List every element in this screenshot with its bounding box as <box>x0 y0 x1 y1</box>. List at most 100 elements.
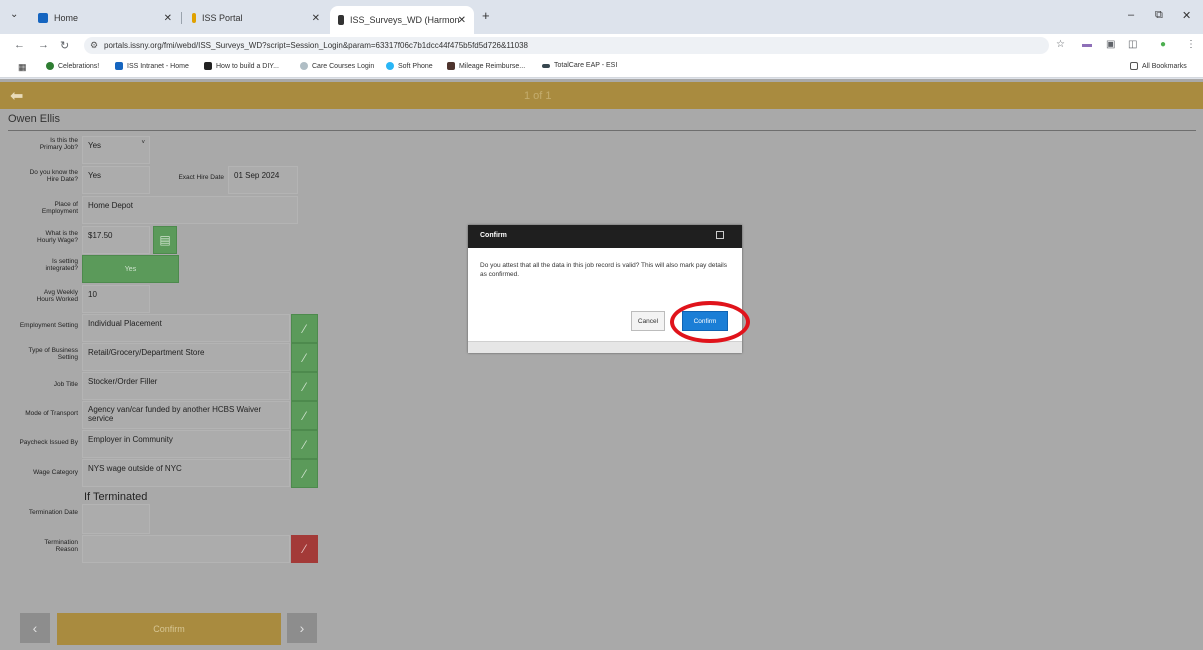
weekly-hours-field[interactable]: 10 <box>82 285 150 313</box>
job-title-field[interactable]: Stocker/Order Filler <box>82 372 290 400</box>
primary-job-select[interactable]: Yes ˅ <box>82 136 150 164</box>
pencil-icon: ⁄ <box>303 350 306 365</box>
confirm-bottom-button[interactable]: Confirm <box>57 613 281 645</box>
close-tab-icon[interactable]: ✕ <box>164 13 172 24</box>
tab-home[interactable]: Home ✕ <box>30 6 180 30</box>
extension-icon[interactable]: ▬ <box>1082 39 1092 50</box>
cancel-button[interactable]: Cancel <box>631 311 665 331</box>
pencil-icon: ⁄ <box>303 437 306 452</box>
chevron-right-icon: › <box>299 620 305 636</box>
integrated-yes-button[interactable]: Yes <box>82 255 179 283</box>
place-of-employment-label: Place of Employment <box>41 201 78 215</box>
exact-hire-date-field[interactable]: 01 Sep 2024 <box>228 166 298 194</box>
new-tab-button[interactable]: + <box>482 8 490 23</box>
bookmark-totalcare[interactable]: TotalCare EAP - ESI <box>542 62 617 69</box>
tab-iss-portal[interactable]: ISS Portal ✕ <box>184 6 328 30</box>
know-hire-date-field[interactable]: Yes <box>82 166 150 194</box>
iss-portal-tab-icon <box>192 13 196 23</box>
edit-business-setting-button[interactable]: ⁄ <box>291 343 318 372</box>
know-hire-date-label: Do you know the Hire Date? <box>29 169 78 183</box>
pencil-icon: ⁄ <box>303 321 306 336</box>
minimize-button[interactable]: – <box>1128 9 1134 21</box>
primary-job-label: Is this the Primary Job? <box>39 137 78 151</box>
app-content: ⬅ 1 of 1 Owen Ellis Is this the Primary … <box>0 79 1203 650</box>
dialog-message: Do you attest that all the data in this … <box>480 262 727 278</box>
highlight-annotation-circle <box>670 301 750 343</box>
termination-date-field[interactable] <box>82 504 150 534</box>
termination-reason-label: Termination Reason <box>44 539 78 553</box>
weekly-hours-label: Avg Weekly Hours Worked <box>36 289 78 303</box>
dropdown-arrow-icon: ˅ <box>141 140 145 146</box>
employment-setting-field[interactable]: Individual Placement <box>82 314 290 342</box>
bookmark-soft-phone[interactable]: Soft Phone <box>386 62 433 70</box>
browser-tab-strip: ⌄ Home ✕ ISS Portal ✕ ISS_Surveys_WD (Ha… <box>0 0 1203 34</box>
record-pager: 1 of 1 <box>524 90 552 102</box>
job-title-label: Job Title <box>53 381 78 388</box>
close-tab-icon[interactable]: ✕ <box>458 15 466 26</box>
url-bar[interactable]: ⚙ portals.issny.org/fmi/webd/ISS_Surveys… <box>84 37 1049 54</box>
filemaker-tab-icon <box>338 15 344 25</box>
extensions-puzzle-icon[interactable]: ◫ <box>1128 39 1137 50</box>
tab-search-button[interactable]: ⌄ <box>10 9 18 20</box>
restore-button[interactable]: ⧉ <box>1155 9 1163 22</box>
bookmark-care-courses[interactable]: Care Courses Login <box>300 62 374 70</box>
menu-dots-icon[interactable]: ⋮ <box>1186 39 1196 50</box>
mode-of-transport-label: Mode of Transport <box>25 410 78 417</box>
edit-wage-category-button[interactable]: ⁄ <box>291 459 318 488</box>
next-record-button[interactable]: › <box>287 613 317 643</box>
site-info-icon[interactable]: ⚙ <box>90 37 98 54</box>
bookmark-star-icon[interactable]: ☆ <box>1056 39 1065 50</box>
previous-record-button[interactable]: ‹ <box>20 613 50 643</box>
reload-icon[interactable]: ↻ <box>60 39 69 52</box>
bookmark-diy[interactable]: How to build a DIY... <box>204 62 279 70</box>
apps-grid-icon[interactable]: ▦ <box>18 62 27 73</box>
dialog-title: Confirm <box>468 225 742 248</box>
wage-category-field[interactable]: NYS wage outside of NYC <box>82 459 290 487</box>
edit-employment-setting-button[interactable]: ⁄ <box>291 314 318 343</box>
forward-icon[interactable]: → <box>38 39 49 51</box>
pencil-icon: ⁄ <box>303 542 306 556</box>
bookmark-iss-intranet[interactable]: ISS Intranet - Home <box>115 62 189 70</box>
termination-reason-field[interactable] <box>82 535 290 563</box>
divider <box>8 130 1196 131</box>
wage-document-button[interactable]: ▤ <box>153 226 177 254</box>
hourly-wage-field[interactable]: $17.50 <box>82 226 150 254</box>
pencil-icon: ⁄ <box>303 408 306 423</box>
home-tab-icon <box>38 13 48 23</box>
business-setting-label: Type of Business Setting <box>28 347 79 361</box>
document-icon: ▤ <box>159 233 171 247</box>
employment-setting-label: Employment Setting <box>19 322 78 329</box>
setting-integrated-label: Is setting integrated? <box>45 258 78 272</box>
extension-icon-2[interactable]: ▣ <box>1106 39 1115 50</box>
chevron-left-icon: ‹ <box>32 620 38 636</box>
mode-of-transport-field[interactable]: Agency van/car funded by another HCBS Wa… <box>82 401 290 429</box>
hourly-wage-label: What is the Hourly Wage? <box>37 230 78 244</box>
bookmark-celebrations[interactable]: Celebrations! <box>46 62 99 70</box>
person-name: Owen Ellis <box>8 113 60 125</box>
termination-date-label: Termination Date <box>28 509 78 516</box>
tab-iss-surveys[interactable]: ISS_Surveys_WD (Harmonie Pro ✕ <box>330 6 474 34</box>
pencil-icon: ⁄ <box>303 466 306 481</box>
all-bookmarks[interactable]: All Bookmarks <box>1130 62 1187 70</box>
dialog-footer <box>468 341 742 353</box>
close-window-button[interactable]: ✕ <box>1182 9 1191 22</box>
bookmark-mileage[interactable]: Mileage Reimburse... <box>447 62 525 70</box>
back-arrow-icon[interactable]: ⬅ <box>10 86 23 106</box>
business-setting-field[interactable]: Retail/Grocery/Department Store <box>82 343 290 371</box>
paycheck-issued-label: Paycheck Issued By <box>19 439 78 446</box>
edit-job-title-button[interactable]: ⁄ <box>291 372 318 401</box>
paycheck-issued-field[interactable]: Employer in Community <box>82 430 290 458</box>
app-header-bar: ⬅ 1 of 1 <box>0 82 1203 109</box>
edit-termination-reason-button[interactable]: ⁄ <box>291 535 318 563</box>
close-tab-icon[interactable]: ✕ <box>312 13 320 24</box>
place-of-employment-field[interactable]: Home Depot <box>82 196 298 224</box>
bookmarks-bar: ▦ Celebrations! ISS Intranet - Home How … <box>0 56 1203 78</box>
pencil-icon: ⁄ <box>303 379 306 394</box>
back-icon[interactable]: ← <box>14 39 25 51</box>
edit-paycheck-button[interactable]: ⁄ <box>291 430 318 459</box>
dialog-close-icon[interactable] <box>716 231 724 239</box>
if-terminated-heading: If Terminated <box>84 491 148 503</box>
profile-avatar[interactable]: ● <box>1160 39 1166 50</box>
exact-hire-date-label: Exact Hire Date <box>178 174 224 181</box>
edit-transport-button[interactable]: ⁄ <box>291 401 318 430</box>
